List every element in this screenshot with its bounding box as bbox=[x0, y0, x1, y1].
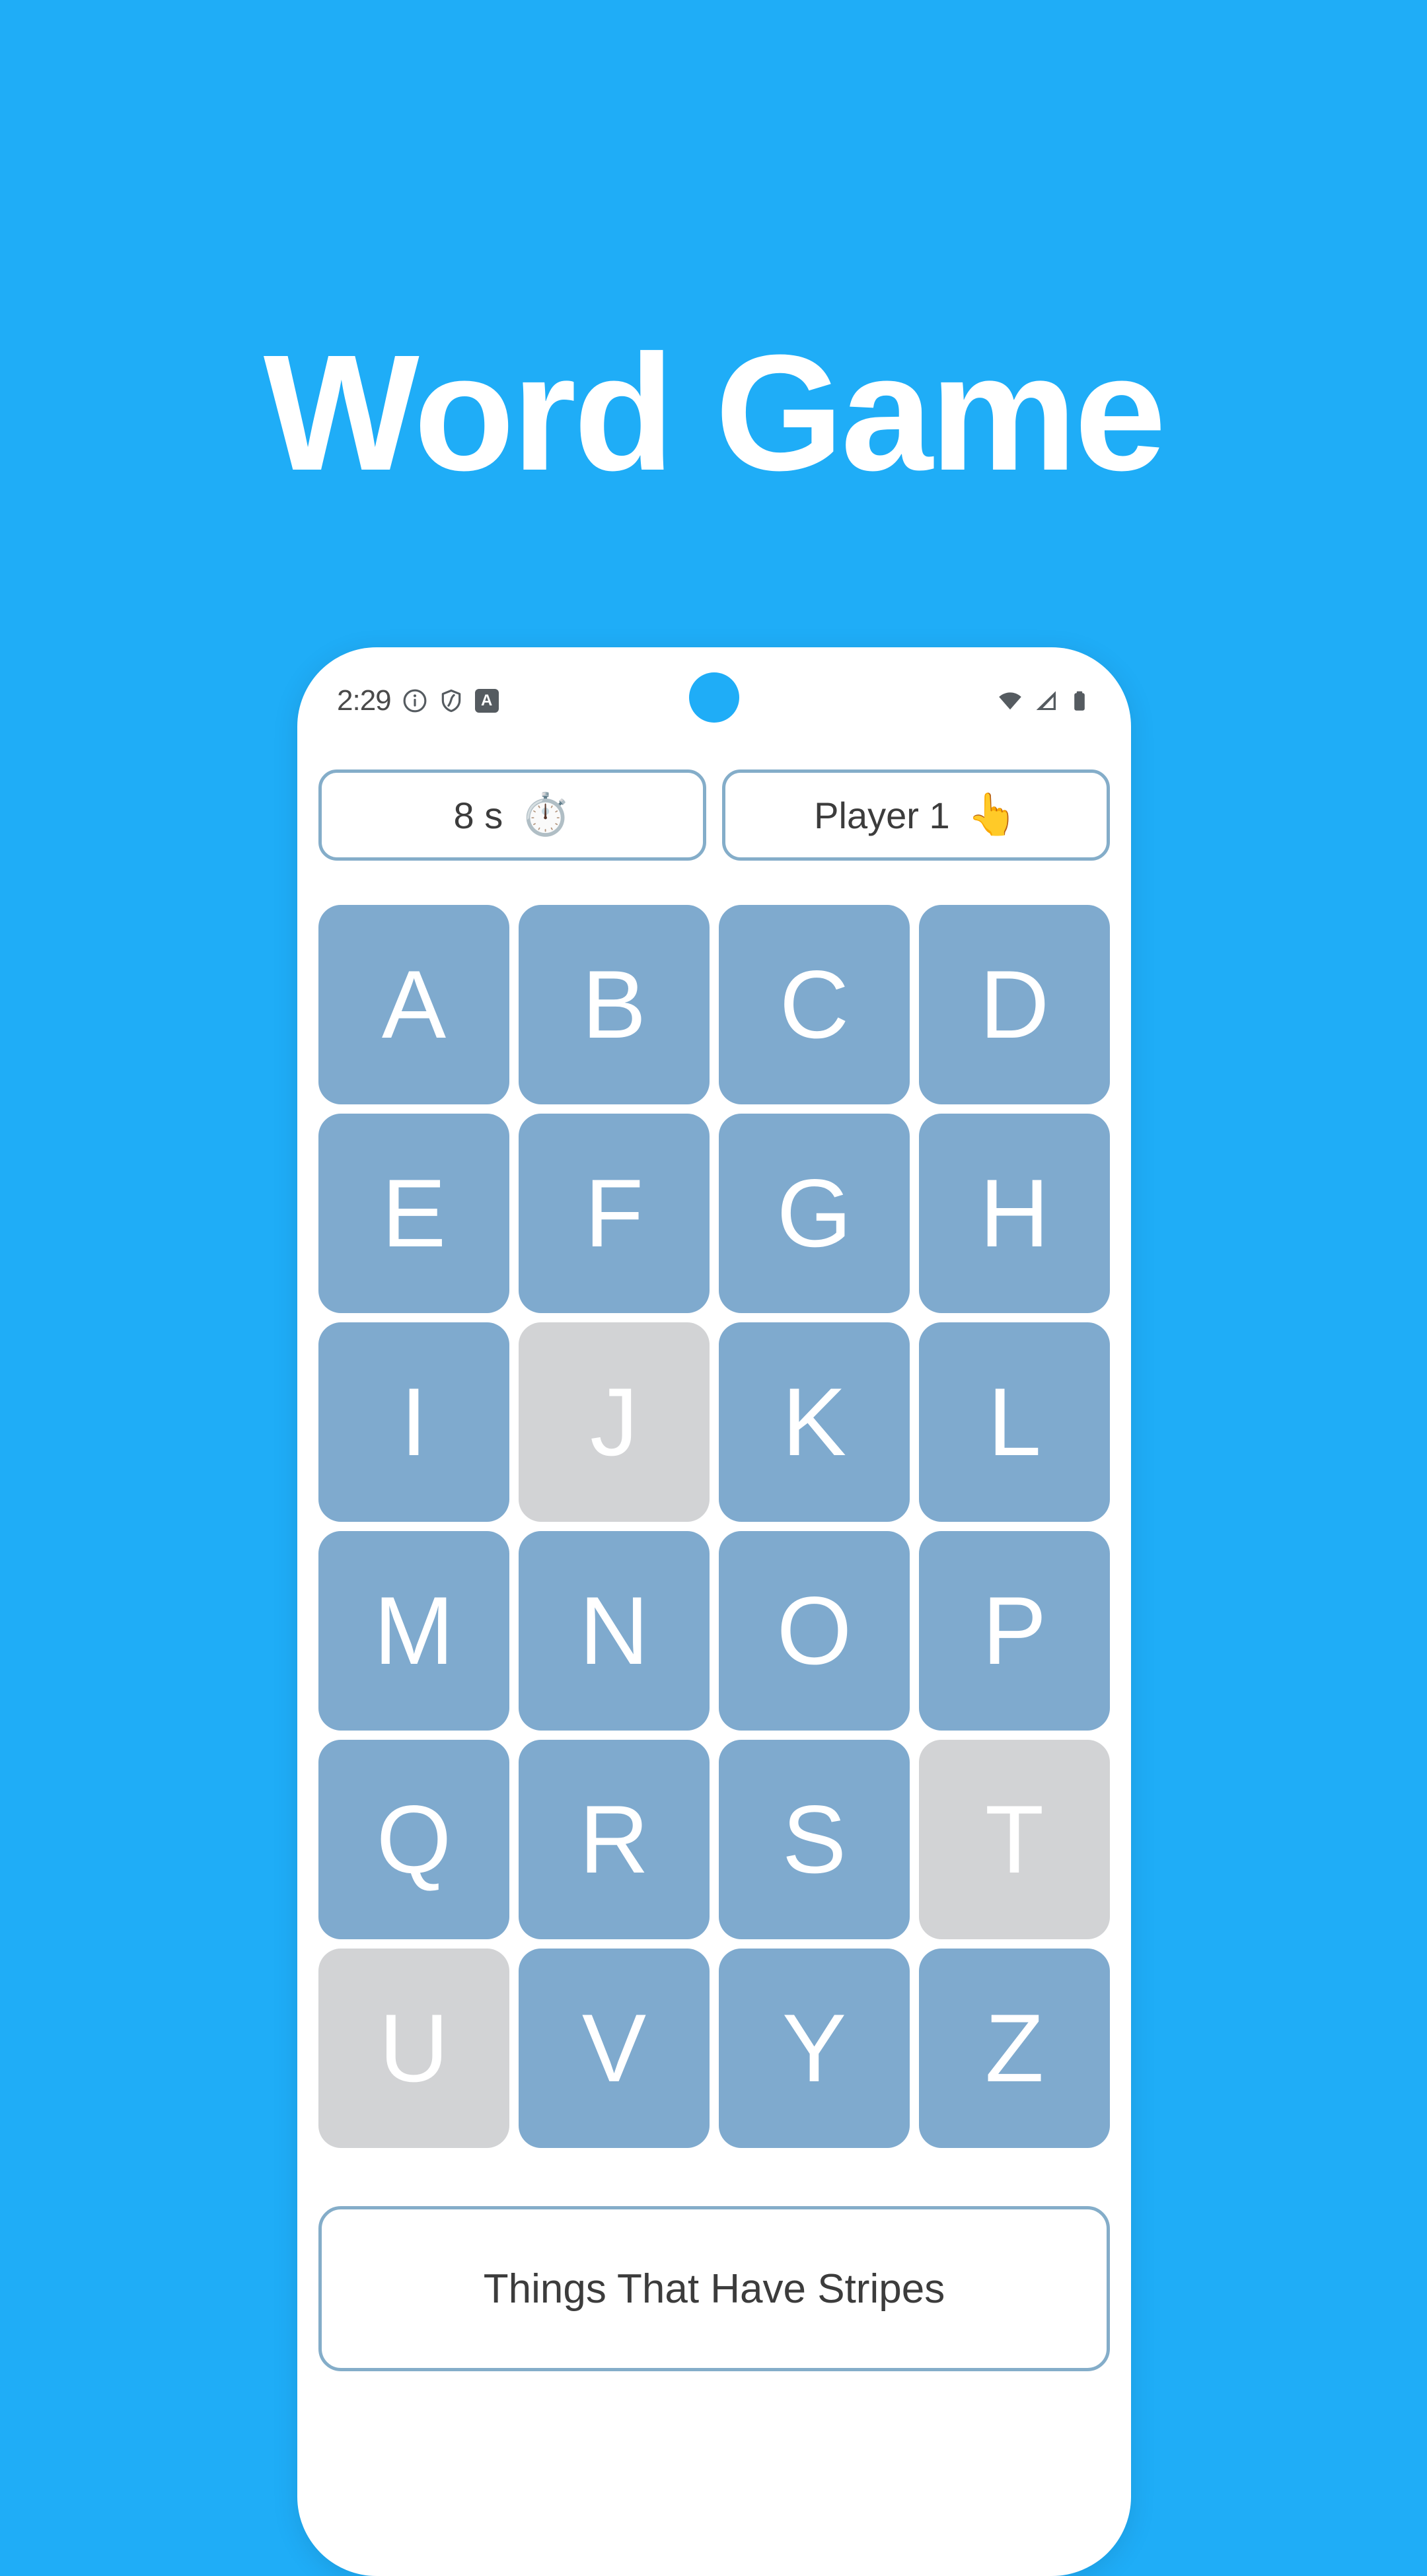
letter-tile[interactable]: Q bbox=[318, 1740, 509, 1939]
letter-tile: J bbox=[519, 1322, 710, 1522]
letter-tile[interactable]: R bbox=[519, 1740, 710, 1939]
stopwatch-icon: ⏱️ bbox=[520, 792, 571, 838]
battery-icon bbox=[1068, 689, 1091, 713]
letter-tile: U bbox=[318, 1949, 509, 2148]
a-badge-icon: A bbox=[474, 689, 499, 713]
status-bar-right-group bbox=[996, 687, 1091, 715]
shield-icon bbox=[439, 688, 464, 713]
letter-tile[interactable]: L bbox=[919, 1322, 1110, 1522]
player-card[interactable]: Player 1 👆 bbox=[722, 769, 1110, 861]
letter-tile[interactable]: D bbox=[919, 905, 1110, 1104]
letter-tile[interactable]: V bbox=[519, 1949, 710, 2148]
page-title: Word Game bbox=[263, 320, 1166, 505]
letter-tile[interactable]: P bbox=[919, 1531, 1110, 1731]
category-label: Things That Have Stripes bbox=[483, 2266, 945, 2312]
letter-tile[interactable]: H bbox=[919, 1114, 1110, 1313]
wifi-icon bbox=[996, 687, 1024, 715]
letter-tile[interactable]: I bbox=[318, 1322, 509, 1522]
player-name: Player 1 bbox=[814, 794, 950, 836]
tap-hand-icon: 👆 bbox=[967, 792, 1018, 838]
timer-value: 8 s bbox=[453, 794, 503, 836]
letter-tile[interactable]: E bbox=[318, 1114, 509, 1313]
letter-tile[interactable]: O bbox=[719, 1531, 910, 1731]
game-status-row: 8 s ⏱️ Player 1 👆 bbox=[297, 769, 1131, 861]
letter-tile[interactable]: F bbox=[519, 1114, 710, 1313]
letter-tile[interactable]: S bbox=[719, 1740, 910, 1939]
phone-mockup-frame: 2:29 A 8 s ⏱️ Player 1 👆 A B C D E F G H… bbox=[297, 647, 1131, 2576]
letter-tile[interactable]: B bbox=[519, 905, 710, 1104]
letter-tile[interactable]: M bbox=[318, 1531, 509, 1731]
status-bar-left-group: 2:29 A bbox=[337, 684, 499, 717]
letter-grid: ABCD EFGH IJKL MNOP QRST UVYZ bbox=[318, 905, 1110, 2148]
category-card[interactable]: Things That Have Stripes bbox=[318, 2206, 1110, 2371]
letter-tile: T bbox=[919, 1740, 1110, 1939]
letter-tile[interactable]: K bbox=[719, 1322, 910, 1522]
letter-tile[interactable]: C bbox=[719, 905, 910, 1104]
cellular-signal-icon bbox=[1033, 688, 1059, 714]
letter-tile[interactable]: A bbox=[318, 905, 509, 1104]
timer-card[interactable]: 8 s ⏱️ bbox=[318, 769, 706, 861]
letter-tile[interactable]: N bbox=[519, 1531, 710, 1731]
info-icon bbox=[402, 688, 427, 713]
front-camera-punch-hole bbox=[689, 672, 739, 723]
letter-tile[interactable]: G bbox=[719, 1114, 910, 1313]
status-bar-clock: 2:29 bbox=[337, 684, 392, 717]
letter-tile[interactable]: Z bbox=[919, 1949, 1110, 2148]
letter-tile[interactable]: Y bbox=[719, 1949, 910, 2148]
